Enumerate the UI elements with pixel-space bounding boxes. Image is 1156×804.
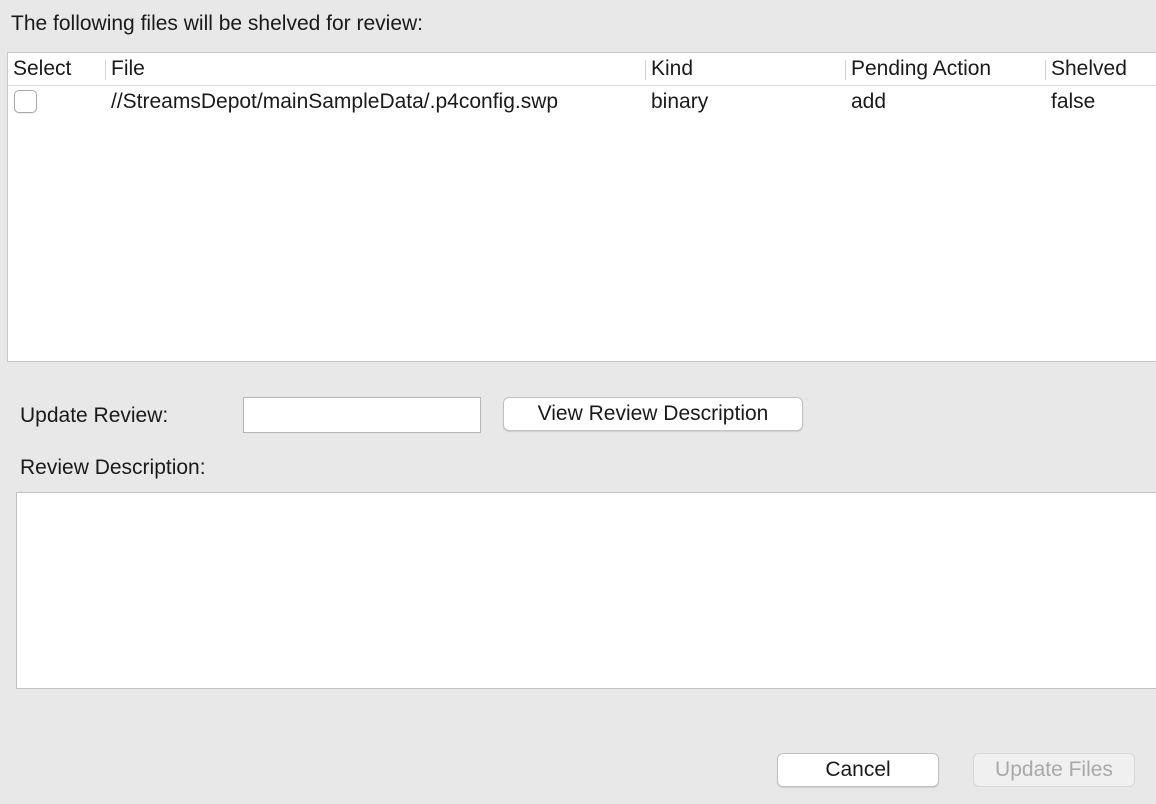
select-checkbox[interactable] <box>14 90 37 113</box>
review-description-textarea[interactable] <box>16 492 1156 689</box>
cell-shelved: false <box>1051 90 1096 113</box>
dialog-heading: The following files will be shelved for … <box>11 12 424 35</box>
review-description-label: Review Description: <box>20 456 206 479</box>
column-header-kind[interactable]: Kind <box>651 53 693 85</box>
column-header-select[interactable]: Select <box>13 53 71 85</box>
files-table: Select File Kind Pending Action Shelved … <box>7 52 1156 362</box>
update-files-button[interactable]: Update Files <box>973 753 1135 787</box>
cell-pending-action: add <box>851 90 887 113</box>
column-divider[interactable] <box>845 60 846 80</box>
cell-file: //StreamsDepot/mainSampleData/.p4config.… <box>111 90 559 113</box>
cancel-button[interactable]: Cancel <box>777 753 939 787</box>
table-row[interactable]: //StreamsDepot/mainSampleData/.p4config.… <box>8 86 1156 118</box>
column-header-file[interactable]: File <box>111 53 145 85</box>
column-divider[interactable] <box>645 60 646 80</box>
table-header: Select File Kind Pending Action Shelved <box>8 53 1156 86</box>
update-review-label: Update Review: <box>20 404 169 427</box>
column-header-pending-action[interactable]: Pending Action <box>851 53 991 85</box>
cell-kind: binary <box>651 90 709 113</box>
column-divider[interactable] <box>1045 60 1046 80</box>
update-review-input[interactable] <box>243 397 481 433</box>
view-review-description-button[interactable]: View Review Description <box>503 397 803 431</box>
column-divider[interactable] <box>105 60 106 80</box>
column-header-shelved[interactable]: Shelved <box>1051 53 1127 85</box>
